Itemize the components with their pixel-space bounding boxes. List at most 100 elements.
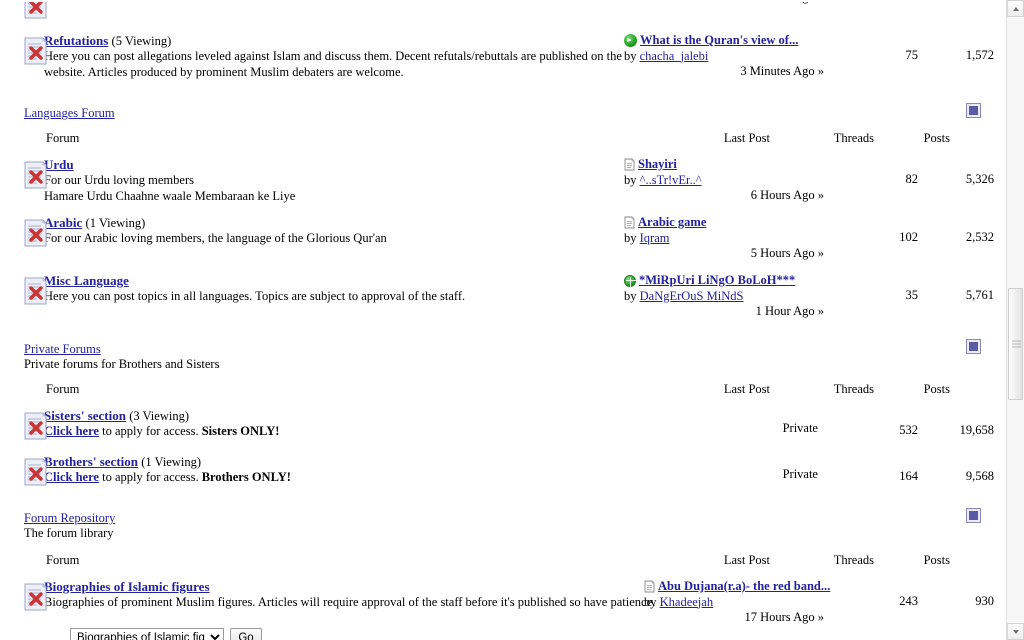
collapse-category-icon[interactable]: [966, 103, 981, 118]
green-arrow-icon: [624, 34, 637, 48]
forum-jump-bar: Biographies of Islamic figures Go: [0, 624, 1006, 640]
collapse-category-icon[interactable]: [966, 508, 981, 523]
by-label: by: [624, 48, 637, 63]
forum-doc-red-x-icon: [24, 219, 47, 247]
forum-title[interactable]: Arabic (1 Viewing): [44, 215, 624, 231]
last-post-cell: *MiRpUri LiNgO BoLoH*** by DaNgErOuS MiN…: [624, 270, 836, 320]
forum-title-link[interactable]: Biographies of Islamic figures: [44, 579, 210, 594]
forum-row[interactable]: Misc Language Here you can post topics i…: [0, 270, 1006, 322]
forum-main-cell: Biographies of Islamic figures Biographi…: [44, 576, 655, 611]
forum-icon-cell: [0, 576, 47, 612]
forum-access-note: Brothers ONLY!: [201, 470, 291, 484]
forum-title[interactable]: Urdu: [44, 157, 624, 173]
column-header-row: Forum Last Post Threads Posts: [0, 131, 1006, 146]
category-title-link[interactable]: Forum Repository: [24, 511, 115, 525]
last-post-author-link[interactable]: Iqram: [640, 231, 670, 245]
last-post-cell: Private: [624, 405, 836, 437]
forum-row[interactable]: Brothers' section (1 Viewing) Click here…: [0, 451, 1006, 497]
forum-row[interactable]: Biographies of Islamic figures Biographi…: [0, 576, 1006, 624]
column-header-last-post: Last Post: [723, 382, 770, 396]
last-post-author-line[interactable]: by ^..sTr!vEr..^: [624, 173, 836, 189]
forum-jump-select[interactable]: Biographies of Islamic figures: [70, 628, 224, 640]
scroll-up-button[interactable]: [1007, 0, 1024, 17]
vertical-scrollbar[interactable]: [1006, 0, 1024, 640]
forum-title[interactable]: Brothers' section (1 Viewing): [44, 454, 624, 470]
category-description: Private forums for Brothers and Sisters: [24, 357, 220, 371]
forum-row[interactable]: Urdu For our Urdu loving members Hamare …: [0, 154, 1006, 212]
posts-count: 1,572: [965, 48, 994, 62]
apply-access-link[interactable]: Click here: [44, 424, 99, 438]
last-post-title-link[interactable]: *MiRpUri LiNgO BoLoH***: [639, 273, 795, 289]
last-post-date: 1 Hour Ago »: [755, 304, 824, 318]
forum-description-line: Hamare Urdu Chaahne waale Membaraan ke L…: [44, 188, 296, 203]
column-header-threads: Threads: [833, 553, 874, 567]
forum-row[interactable]: Refutations (5 Viewing) Here you can pos…: [0, 30, 1006, 86]
forum-title[interactable]: Sisters' section (3 Viewing): [44, 408, 624, 424]
forum-title-link[interactable]: Brothers' section: [44, 454, 138, 469]
category-title[interactable]: Private Forums: [24, 342, 1006, 357]
forum-row[interactable]: Arabic (1 Viewing) For our Arabic loving…: [0, 212, 1006, 270]
last-post-date: 3 Minutes Ago »: [740, 64, 824, 78]
last-post-title-line[interactable]: What is the Quran's view of...: [624, 33, 836, 49]
forum-content: Post and discuss here poetries or any is…: [0, 0, 1006, 640]
last-post-author-line[interactable]: by Khadeejah: [644, 595, 836, 611]
last-post-author-line[interactable]: by chacha_jalebi: [624, 49, 836, 65]
posts-count: 9,568: [965, 469, 994, 483]
last-post-author-line[interactable]: by DaNgErOuS MiNdS: [624, 289, 836, 305]
forum-title[interactable]: Biographies of Islamic figures: [44, 579, 644, 595]
forum-description: Click here to apply for access. Sisters …: [44, 424, 624, 440]
forum-main-cell: Arabic (1 Viewing) For our Arabic loving…: [44, 212, 624, 247]
last-post-title-link[interactable]: What is the Quran's view of...: [640, 33, 798, 49]
scroll-down-button[interactable]: [1007, 623, 1024, 640]
apply-access-link[interactable]: Click here: [44, 470, 99, 484]
column-header-last-post: Last Post: [723, 553, 770, 567]
last-post-title-link[interactable]: Shayiri: [638, 157, 677, 173]
category-title-link[interactable]: Languages Forum: [24, 106, 115, 120]
scrollbar-thumb[interactable]: [1008, 288, 1023, 400]
last-post-title-link[interactable]: Arabic game: [638, 215, 706, 231]
forum-description-line: For our Arabic loving members, the langu…: [44, 231, 387, 245]
forum-title-link[interactable]: Arabic: [44, 215, 82, 230]
forum-viewing-count: (5 Viewing): [111, 34, 172, 48]
last-post-cell: Arabic game by Iqram 5 Hours Ago »: [624, 212, 836, 262]
forum-description-line: For our Urdu loving members: [44, 173, 194, 187]
last-post-title-line[interactable]: *MiRpUri LiNgO BoLoH***: [624, 273, 836, 289]
by-label: by: [624, 230, 637, 245]
last-post-author-link[interactable]: DaNgErOuS MiNdS: [640, 289, 744, 303]
forum-description: Here you can post allegations leveled ag…: [44, 49, 622, 79]
last-post-author-line[interactable]: by Iqram: [624, 231, 836, 247]
forum-doc-red-x-icon: [24, 412, 47, 440]
forum-title-link[interactable]: Misc Language: [44, 273, 129, 288]
last-post-title-line[interactable]: Shayiri: [624, 157, 836, 173]
category-title-link[interactable]: Private Forums: [24, 342, 101, 356]
by-label: by: [624, 172, 637, 187]
posts-count: 5,761: [965, 288, 994, 302]
last-post-author-link[interactable]: chacha_jalebi: [640, 49, 709, 63]
category-title[interactable]: Languages Forum: [24, 106, 1006, 121]
forum-title[interactable]: Refutations (5 Viewing): [44, 33, 624, 49]
last-post-author-link[interactable]: ^..sTr!vEr..^: [640, 173, 702, 187]
forum-title-link[interactable]: Sisters' section: [44, 408, 126, 423]
forum-icon-cell: [0, 270, 47, 306]
go-button[interactable]: Go: [230, 628, 262, 640]
forum-doc-red-x-icon: [24, 0, 47, 19]
last-post-title-line[interactable]: Abu Dujana(r.a)- the red band...: [644, 579, 836, 595]
forum-doc-red-x-icon: [24, 161, 47, 189]
forum-main-cell: Urdu For our Urdu loving members Hamare …: [44, 154, 624, 204]
chevron-up-icon: [1012, 6, 1019, 11]
forum-title[interactable]: Misc Language: [44, 273, 624, 289]
last-post-title-line[interactable]: Arabic game: [624, 215, 836, 231]
last-post-title-link[interactable]: Abu Dujana(r.a)- the red band...: [658, 579, 830, 595]
column-header-forum: Forum: [46, 553, 80, 567]
forum-row[interactable]: Post and discuss here poetries or any is…: [0, 0, 1006, 20]
last-post-author-link[interactable]: Khadeejah: [660, 595, 713, 609]
forum-main-cell: Refutations (5 Viewing) Here you can pos…: [44, 30, 624, 80]
collapse-category-icon[interactable]: [966, 339, 981, 354]
category-title[interactable]: Forum Repository: [24, 511, 1006, 526]
forum-row[interactable]: Sisters' section (3 Viewing) Click here …: [0, 405, 1006, 451]
forum-description: Click here to apply for access. Brothers…: [44, 470, 624, 486]
by-label: by: [644, 594, 657, 609]
thread-doc-icon: [624, 158, 635, 171]
forum-title-link[interactable]: Refutations: [44, 33, 108, 48]
posts-count: 2,532: [965, 230, 994, 244]
